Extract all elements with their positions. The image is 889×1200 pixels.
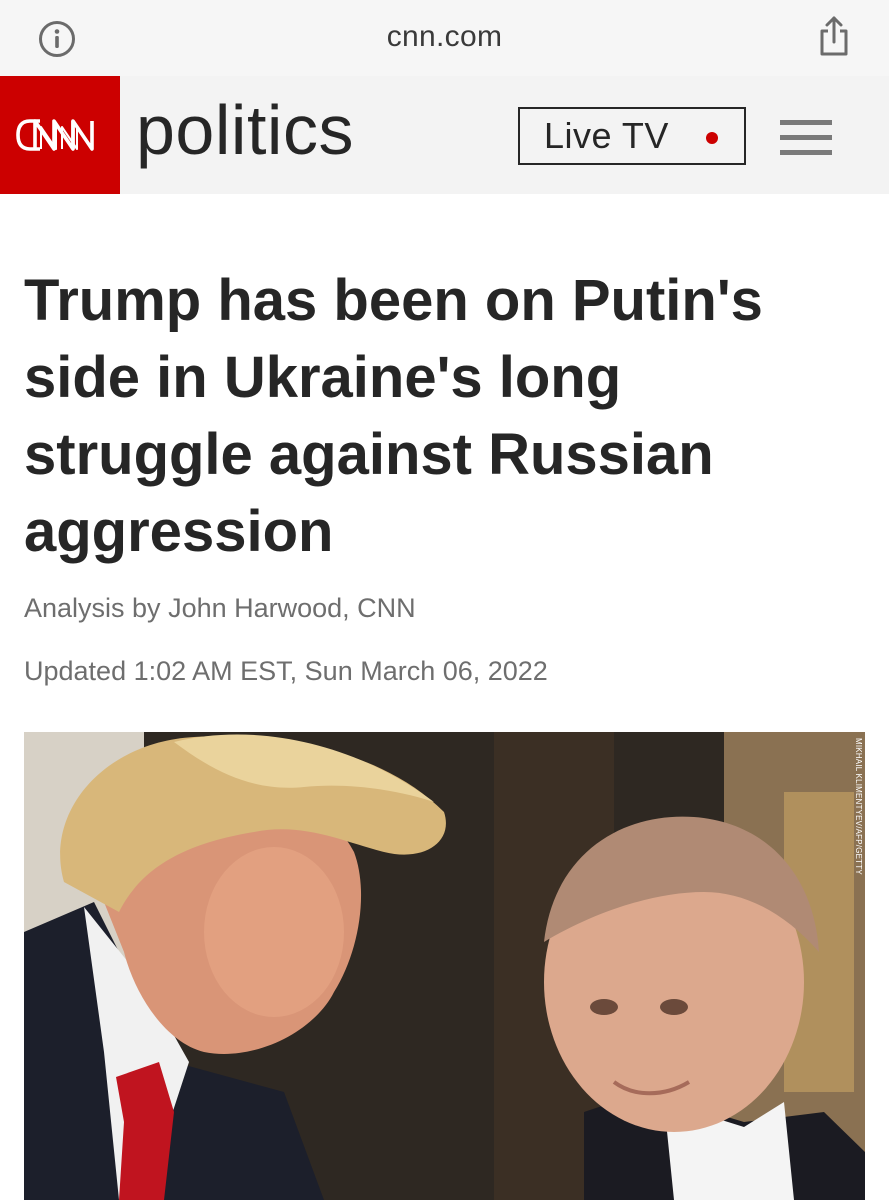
live-tv-button[interactable]: Live TV <box>518 107 746 165</box>
article-headline: Trump has been on Putin's side in Ukrain… <box>24 268 763 564</box>
live-tv-label: Live TV <box>544 115 669 156</box>
live-indicator-icon <box>706 132 718 144</box>
byline: Analysis by John Harwood, CNN <box>24 593 416 624</box>
author-link[interactable]: John Harwood, CNN <box>168 593 416 623</box>
info-icon[interactable] <box>38 20 76 58</box>
hamburger-menu-icon[interactable] <box>780 120 832 156</box>
updated-timestamp: Updated 1:02 AM EST, Sun March 06, 2022 <box>24 656 548 686</box>
browser-url-bar: cnn.com <box>0 0 889 76</box>
url-text[interactable]: cnn.com <box>387 20 502 54</box>
photo-credit: MIKHAIL KLIMENTYEV/AFP/GETTY <box>854 738 863 875</box>
share-icon[interactable] <box>817 14 851 58</box>
cnn-logo[interactable] <box>0 76 120 194</box>
site-header: politics Live TV <box>0 76 889 194</box>
photo-illustration <box>24 732 865 1200</box>
byline-prefix: Analysis by <box>24 593 169 623</box>
article-photo: MIKHAIL KLIMENTYEV/AFP/GETTY <box>24 732 865 1200</box>
section-title[interactable]: politics <box>136 90 354 170</box>
